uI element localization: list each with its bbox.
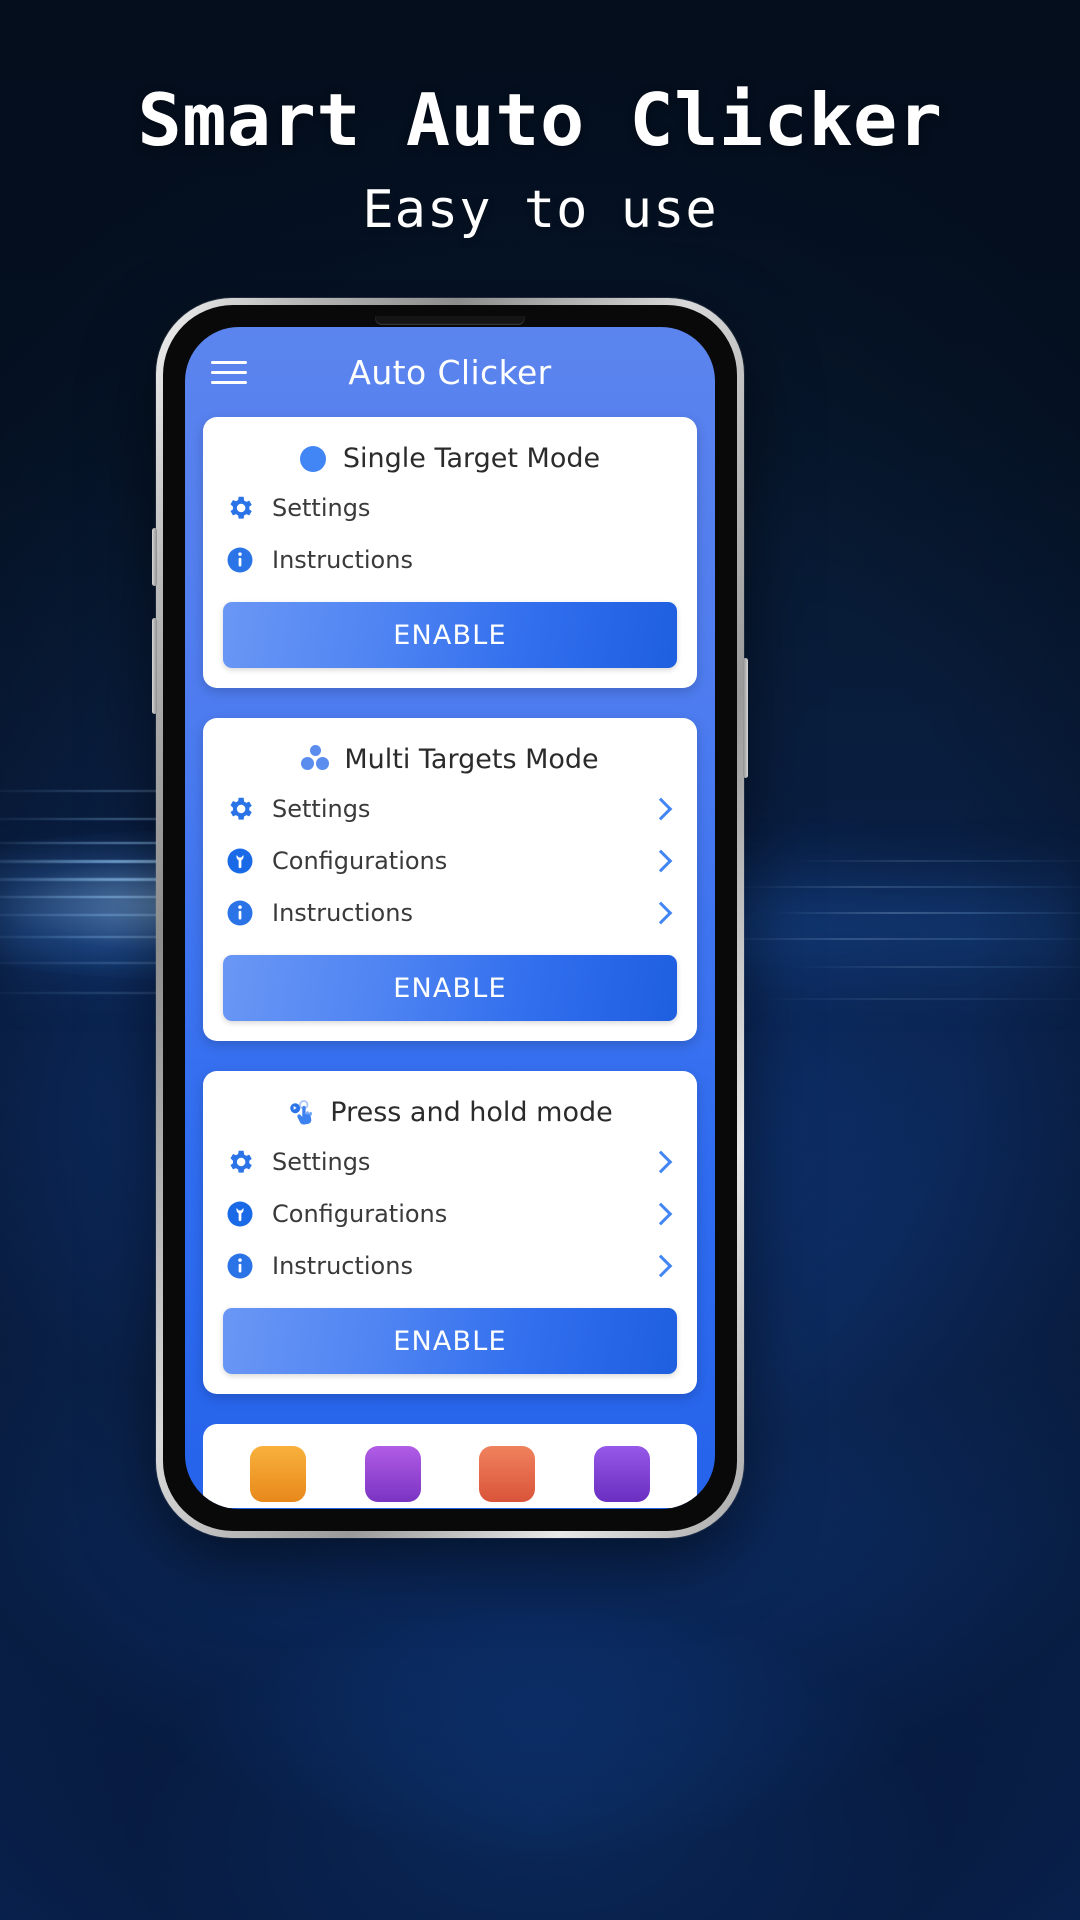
promo-headline-block: Smart Auto Clicker Easy to use — [0, 84, 1080, 236]
row-label: Settings — [272, 795, 371, 823]
volume-down-button[interactable] — [152, 618, 157, 714]
bottom-app-shortcuts-bar — [203, 1424, 697, 1508]
chevron-right-icon[interactable] — [649, 1150, 673, 1174]
wrench-icon — [225, 846, 255, 876]
enable-button[interactable]: ENABLE — [223, 602, 677, 668]
info-icon — [225, 898, 255, 928]
card-title-row: Multi Targets Mode — [223, 744, 677, 775]
tools-app-icon[interactable] — [364, 1446, 421, 1502]
chevron-right-icon[interactable] — [649, 1254, 673, 1278]
row-instructions[interactable]: Instructions — [223, 1240, 677, 1292]
info-icon — [225, 1251, 255, 1281]
enable-button[interactable]: ENABLE — [223, 955, 677, 1021]
mode-card-multi-targets: Multi Targets Mode Settings Configuratio… — [203, 718, 697, 1041]
card-title-label: Multi Targets Mode — [344, 744, 599, 775]
mode-card-single-target: Single Target Mode Settings Instructions — [203, 417, 697, 688]
row-label: Configurations — [272, 847, 448, 875]
row-settings[interactable]: Settings — [223, 482, 677, 534]
shirt-app-icon[interactable] — [250, 1446, 307, 1502]
app-bar: Auto Clicker — [185, 327, 715, 417]
row-label: Settings — [272, 1148, 371, 1176]
app-content: Single Target Mode Settings Instructions — [185, 417, 715, 1508]
power-button[interactable] — [743, 658, 748, 778]
row-configurations[interactable]: Configurations — [223, 835, 677, 887]
gear-icon — [225, 1147, 255, 1177]
phone-bezel: Auto Clicker Single Target Mode Settings… — [163, 305, 737, 1531]
multi-targets-dots-icon — [301, 744, 331, 775]
enable-button[interactable]: ENABLE — [223, 1308, 677, 1374]
row-instructions[interactable]: Instructions — [223, 534, 677, 586]
earpiece-speaker — [375, 316, 525, 325]
gear-icon — [225, 794, 255, 824]
app-title: Auto Clicker — [348, 352, 552, 392]
row-label: Instructions — [272, 546, 413, 574]
card-title-label: Single Target Mode — [342, 443, 601, 474]
card-title-row: Press and hold mode — [223, 1097, 677, 1128]
chevron-right-icon[interactable] — [649, 797, 673, 821]
row-settings[interactable]: Settings — [223, 783, 677, 835]
mode-card-press-and-hold: Press and hold mode Settings Configurati… — [203, 1071, 697, 1394]
clipboard-app-icon[interactable] — [479, 1446, 536, 1502]
row-label: Settings — [272, 494, 371, 522]
row-configurations[interactable]: Configurations — [223, 1188, 677, 1240]
chevron-right-icon[interactable] — [649, 849, 673, 873]
promo-title: Smart Auto Clicker — [137, 78, 943, 162]
row-instructions[interactable]: Instructions — [223, 887, 677, 939]
row-label: Instructions — [272, 899, 413, 927]
press-and-hold-finger-icon — [287, 1098, 317, 1128]
card-title-row: Single Target Mode — [223, 443, 677, 474]
row-settings[interactable]: Settings — [223, 1136, 677, 1188]
wrench-icon — [225, 1199, 255, 1229]
row-label: Configurations — [272, 1200, 448, 1228]
volume-up-button[interactable] — [152, 528, 157, 586]
info-icon — [225, 545, 255, 575]
gear-icon — [225, 493, 255, 523]
chevron-right-icon[interactable] — [649, 901, 673, 925]
row-label: Instructions — [272, 1252, 413, 1280]
card-title-label: Press and hold mode — [330, 1097, 613, 1128]
phone-mockup: Auto Clicker Single Target Mode Settings… — [152, 298, 748, 1538]
hamburger-menu-icon[interactable] — [211, 360, 247, 384]
chevron-right-icon[interactable] — [649, 1202, 673, 1226]
phone-screen: Auto Clicker Single Target Mode Settings… — [185, 327, 715, 1509]
promo-subtitle: Easy to use — [362, 180, 718, 240]
chat-app-icon[interactable] — [593, 1446, 650, 1502]
single-target-dot-icon — [299, 444, 330, 474]
